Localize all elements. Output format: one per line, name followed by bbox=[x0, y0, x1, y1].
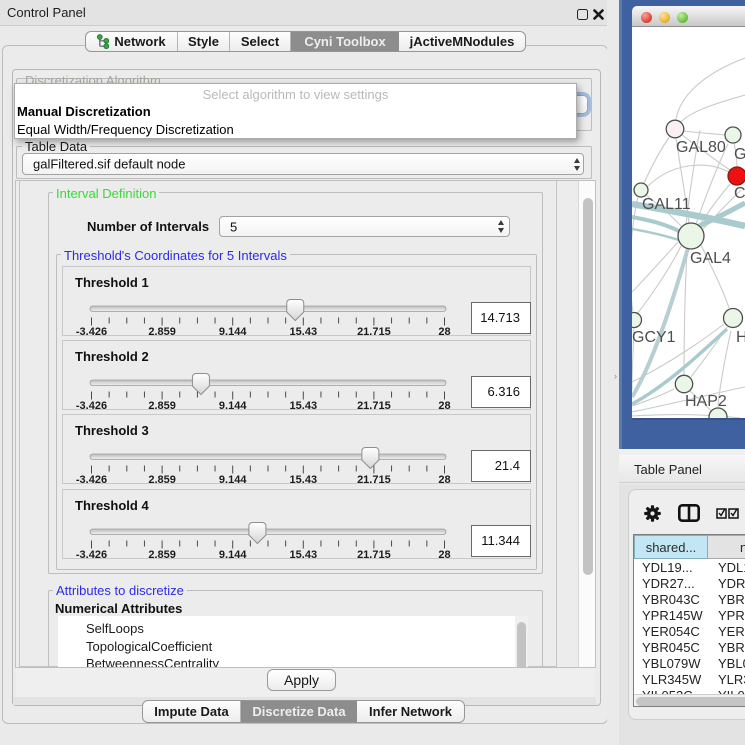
svg-text:9.144: 9.144 bbox=[219, 400, 247, 409]
svg-text:15.43: 15.43 bbox=[290, 474, 318, 483]
svg-text:-3.426: -3.426 bbox=[76, 474, 107, 483]
svg-text:9.144: 9.144 bbox=[219, 326, 247, 335]
svg-text:2.859: 2.859 bbox=[148, 326, 176, 335]
svg-text:GAL80: GAL80 bbox=[676, 139, 726, 156]
svg-text:GCY1: GCY1 bbox=[632, 329, 676, 346]
svg-text:GAL11: GAL11 bbox=[642, 196, 691, 213]
svg-text:21.715: 21.715 bbox=[357, 326, 391, 335]
svg-text:GAL4: GAL4 bbox=[690, 250, 731, 267]
svg-text:2.859: 2.859 bbox=[148, 400, 176, 409]
svg-text:H: H bbox=[736, 329, 745, 346]
svg-text:21.715: 21.715 bbox=[357, 549, 391, 558]
svg-text:21.715: 21.715 bbox=[357, 474, 391, 483]
svg-text:28: 28 bbox=[438, 326, 450, 335]
svg-text:2.859: 2.859 bbox=[148, 474, 176, 483]
svg-text:-3.426: -3.426 bbox=[76, 400, 107, 409]
svg-text:15.43: 15.43 bbox=[290, 400, 318, 409]
svg-text:2.859: 2.859 bbox=[148, 549, 176, 558]
svg-text:28: 28 bbox=[438, 474, 450, 483]
svg-text:15.43: 15.43 bbox=[290, 549, 318, 558]
svg-text:HAP2: HAP2 bbox=[685, 393, 727, 410]
svg-text:C: C bbox=[734, 185, 745, 202]
svg-text:GA: GA bbox=[734, 146, 745, 163]
svg-text:28: 28 bbox=[438, 549, 450, 558]
svg-text:-3.426: -3.426 bbox=[76, 549, 107, 558]
svg-text:15.43: 15.43 bbox=[290, 326, 318, 335]
svg-text:9.144: 9.144 bbox=[219, 474, 247, 483]
svg-text:-3.426: -3.426 bbox=[76, 326, 107, 335]
svg-text:9.144: 9.144 bbox=[219, 549, 247, 558]
svg-text:28: 28 bbox=[438, 400, 450, 409]
svg-text:21.715: 21.715 bbox=[357, 400, 391, 409]
